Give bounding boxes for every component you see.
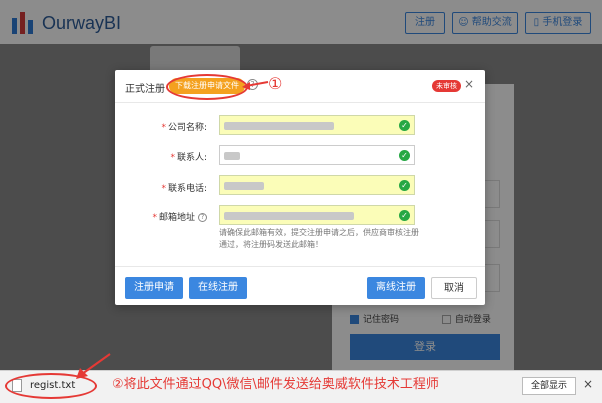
annotation-arrow-icon [242, 81, 269, 90]
status-badge: 未审核 [432, 80, 461, 92]
contact-person-label: * 联系人: [170, 153, 207, 163]
annotation-step-2: ②将此文件通过QQ\微信\邮件发送给奥威软件技术工程师 [112, 377, 439, 392]
check-circle-icon: ✓ [399, 180, 410, 191]
redacted-value [224, 182, 264, 190]
annotation-arrow-icon [76, 353, 111, 379]
company-name-label: * 公司名称: [161, 123, 207, 133]
email-label: * 邮箱地址? [115, 210, 207, 223]
redacted-value [224, 212, 354, 220]
close-icon[interactable]: × [583, 377, 593, 391]
apply-button[interactable]: 注册申请 [125, 277, 183, 299]
company-name-field[interactable]: ✓ [219, 115, 415, 135]
annotation-oval-download [166, 74, 248, 100]
modal-title: 正式注册 [125, 84, 165, 95]
email-note: 请确保此邮箱有效，提交注册申请之后，供应商审核注册通过，将注册码发送此邮箱！ [219, 228, 419, 249]
cancel-button[interactable]: 取消 [431, 277, 477, 299]
email-field[interactable]: ✓ [219, 205, 415, 225]
check-circle-icon: ✓ [399, 150, 410, 161]
phone-field[interactable]: ✓ [219, 175, 415, 195]
annotation-step-1: ① [268, 74, 283, 93]
question-circle-icon[interactable]: ? [198, 213, 207, 222]
redacted-value [224, 152, 240, 160]
online-register-button[interactable]: 在线注册 [189, 277, 247, 299]
close-icon[interactable]: × [464, 77, 474, 91]
header-divider [115, 102, 485, 103]
show-all-button[interactable]: 全部显示 [522, 377, 576, 395]
register-modal: 正式注册 下载注册申请文件 ? 未审核 × *公司名称: ✓ *联系人: ✓ *… [115, 70, 485, 305]
contact-person-field[interactable]: ✓ [219, 145, 415, 165]
check-circle-icon: ✓ [399, 210, 410, 221]
phone-label: * 联系电话: [161, 184, 207, 194]
offline-register-button[interactable]: 离线注册 [367, 277, 425, 299]
redacted-value [224, 122, 334, 130]
footer-divider [115, 266, 485, 267]
check-circle-icon: ✓ [399, 120, 410, 131]
